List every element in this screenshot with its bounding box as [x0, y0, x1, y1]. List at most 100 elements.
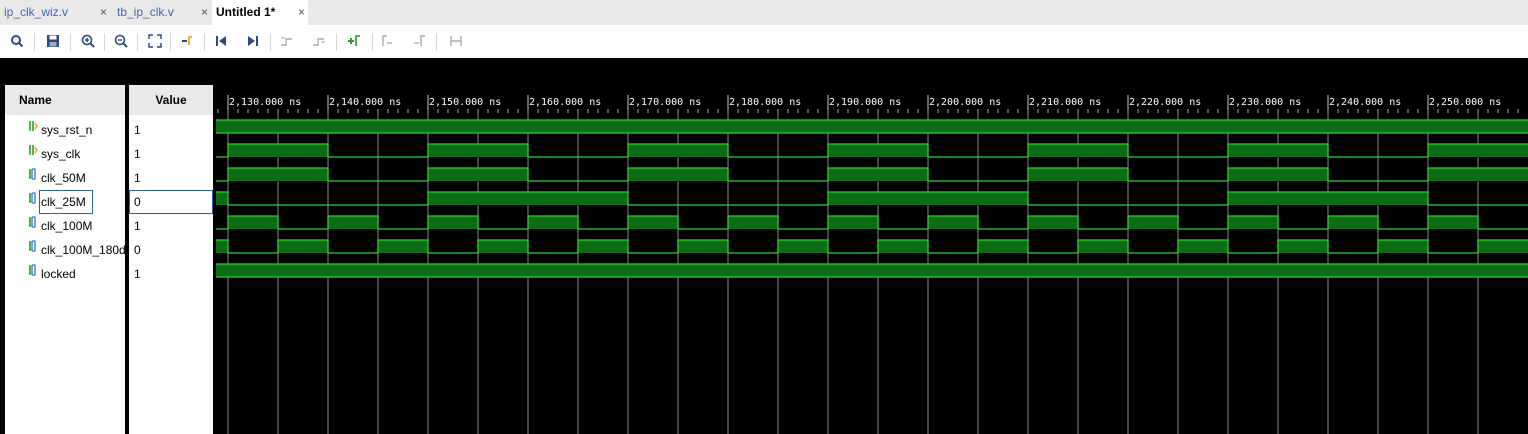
waveform-high-fill [328, 216, 378, 229]
waveform-high-fill [1378, 240, 1428, 253]
signal-name: clk_50M [41, 171, 86, 185]
add-marker-icon[interactable] [343, 30, 365, 52]
editor-tab-bar: ip_clk_wiz.v × tb_ip_clk.v × Untitled 1*… [0, 0, 1528, 25]
signal-name: locked [41, 267, 76, 281]
output-port-icon [29, 214, 38, 238]
output-port-icon [29, 166, 38, 190]
toolbar-separator [204, 33, 205, 51]
toolbar-separator [372, 33, 373, 51]
output-port-icon [29, 190, 38, 214]
toolbar-separator [104, 33, 105, 51]
tab-label: Untitled 1* [216, 5, 276, 19]
selected-value-outline [129, 190, 213, 214]
waveform-high-fill [628, 168, 728, 181]
waveform-high-fill [478, 240, 528, 253]
previous-transition-icon[interactable] [276, 30, 298, 52]
go-to-time-0-icon[interactable] [210, 30, 232, 52]
waveform-high-fill [228, 216, 278, 229]
signal-row-name[interactable]: locked [5, 262, 125, 286]
waveform-high-fill [1028, 168, 1128, 181]
toolbar-separator [34, 33, 35, 51]
waveform-high-fill [578, 240, 628, 253]
waveform-high-fill [1128, 216, 1178, 229]
waveform-toolbar [0, 25, 1528, 58]
time-ruler-label: 2,200.000 ns [929, 97, 1001, 108]
waveform-high-fill [216, 192, 228, 205]
signal-value: 0 [134, 243, 141, 257]
toolbar-separator [436, 33, 437, 51]
close-icon[interactable]: × [298, 0, 305, 24]
waveform-high-fill [1428, 144, 1528, 157]
swap-cursors-icon[interactable] [445, 30, 467, 52]
waveform-high-fill [1478, 240, 1528, 253]
value-column-header[interactable]: Value [129, 85, 213, 115]
close-icon[interactable]: × [201, 0, 208, 24]
waveform-high-fill [228, 144, 328, 157]
waveform-high-fill [1428, 216, 1478, 229]
waveform-high-fill [828, 144, 928, 157]
zoom-out-icon[interactable] [110, 30, 132, 52]
selected-signal-outline [39, 190, 93, 214]
signal-row-name[interactable]: sys_clk [5, 142, 125, 166]
waveform-high-fill [1028, 144, 1128, 157]
waveform-high-fill [216, 120, 1528, 133]
signal-name: clk_100M [41, 219, 93, 233]
waveform-high-fill [978, 240, 1028, 253]
signal-row-name[interactable]: clk_100M [5, 214, 125, 238]
waveform-high-fill [1228, 216, 1278, 229]
waveform-high-fill [1428, 168, 1528, 181]
signal-value: 1 [134, 219, 141, 233]
waveform-high-fill [828, 216, 878, 229]
waveform-window: Name sys_rst_n sys_clk clk_50M clk_25M clk_1… [0, 58, 1528, 434]
waveform-high-fill [216, 264, 1528, 277]
waveform-high-fill [1028, 216, 1078, 229]
time-ruler-label: 2,130.000 ns [229, 97, 301, 108]
tab-label: tb_ip_clk.v [117, 5, 174, 19]
name-column-header[interactable]: Name [5, 85, 125, 115]
zoom-fit-icon[interactable] [144, 30, 166, 52]
value-column: Value 1110101 [129, 85, 213, 434]
go-to-cursor-icon[interactable] [176, 30, 198, 52]
zoom-in-icon[interactable] [77, 30, 99, 52]
signal-value: 1 [134, 267, 141, 281]
next-transition-icon[interactable] [308, 30, 330, 52]
waveform-high-fill [228, 168, 328, 181]
next-marker-icon[interactable] [408, 30, 430, 52]
time-ruler-label: 2,150.000 ns [429, 97, 501, 108]
go-to-last-time-icon[interactable] [242, 30, 264, 52]
close-icon[interactable]: × [100, 0, 107, 24]
waveform-high-fill [728, 216, 778, 229]
signal-name: sys_rst_n [41, 123, 93, 137]
waveform-high-fill [928, 216, 978, 229]
waveform-high-fill [378, 240, 428, 253]
signal-row-name[interactable]: clk_50M [5, 166, 125, 190]
time-ruler-label: 2,240.000 ns [1329, 97, 1401, 108]
search-icon[interactable] [6, 30, 28, 52]
tab-untitled-1[interactable]: Untitled 1* × [212, 0, 308, 25]
signal-row-name[interactable]: sys_rst_n [5, 118, 125, 142]
waveform-high-fill [1228, 144, 1328, 157]
input-port-icon [29, 142, 38, 166]
waveform-high-fill [878, 240, 928, 253]
time-ruler-label: 2,220.000 ns [1129, 97, 1201, 108]
waveform-high-fill [628, 144, 728, 157]
toolbar-separator [336, 33, 337, 51]
waveform-high-fill [1228, 168, 1328, 181]
time-ruler-label: 2,160.000 ns [529, 97, 601, 108]
signal-row-name[interactable]: clk_100M_180deg [5, 238, 125, 262]
previous-marker-icon[interactable] [376, 30, 398, 52]
signal-name: sys_clk [41, 147, 81, 161]
waveform-high-fill [678, 240, 728, 253]
waveform-high-fill [1328, 216, 1378, 229]
tab-ip-clk-wiz[interactable]: ip_clk_wiz.v × [0, 0, 110, 25]
tab-tb-ip-clk[interactable]: tb_ip_clk.v × [113, 0, 210, 25]
time-ruler-label: 2,190.000 ns [829, 97, 901, 108]
time-ruler-label: 2,250.000 ns [1429, 97, 1501, 108]
waveform-area[interactable]: 2,130.000 ns 2,140.000 ns 2,150.000 ns 2,16… [216, 58, 1528, 434]
output-port-icon [29, 238, 38, 262]
save-icon[interactable] [42, 30, 64, 52]
waveform-high-fill [628, 216, 678, 229]
toolbar-separator [270, 33, 271, 51]
waveform-high-fill [428, 144, 528, 157]
waveform-high-fill [1228, 192, 1428, 205]
